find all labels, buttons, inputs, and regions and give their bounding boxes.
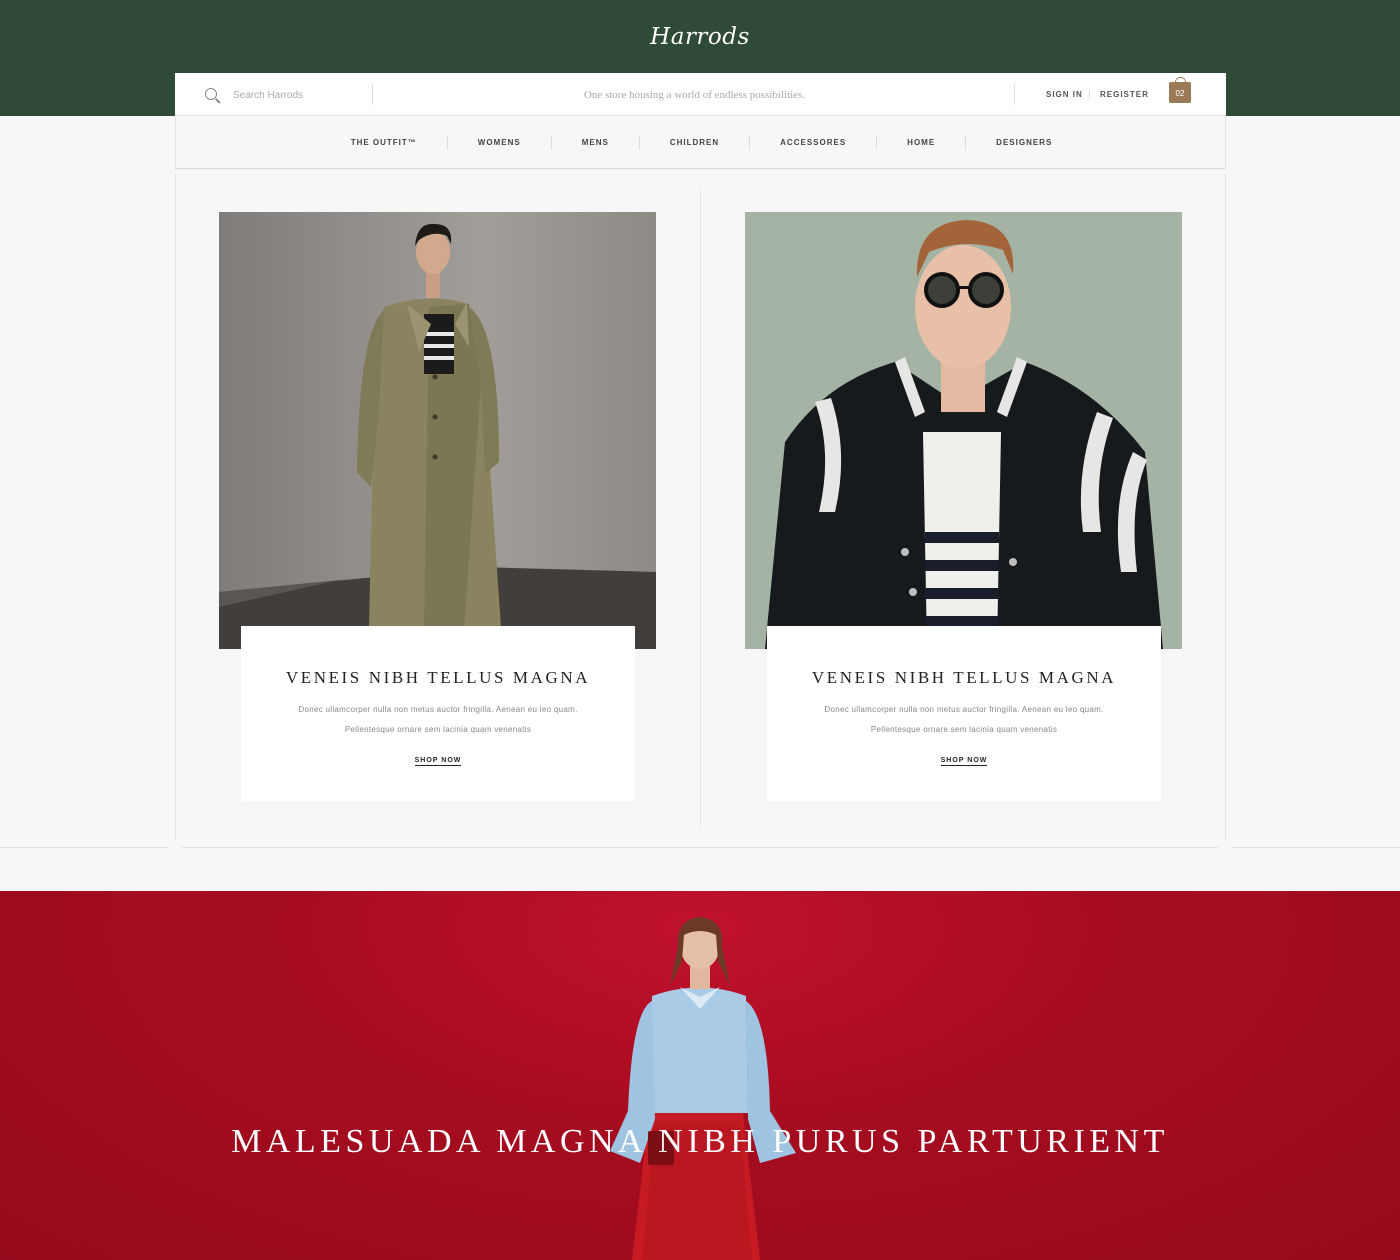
bag-count: 02 [1175, 89, 1185, 98]
nav-item-designers[interactable]: DESIGNERS [966, 136, 1082, 150]
featured-panel: VENEIS NIBH TELLUS MAGNA Donec ullamcorp… [175, 174, 1226, 840]
card-description: Donec ullamcorper nulla non metus auctor… [241, 700, 635, 740]
divider [1014, 84, 1015, 105]
card-desc-line: Pellentesque ornare sem lacinia quam ven… [344, 725, 532, 734]
product-card: VENEIS NIBH TELLUS MAGNA Donec ullamcorp… [241, 626, 635, 801]
card-description: Donec ullamcorper nulla non metus auctor… [767, 700, 1161, 740]
nav-item-children[interactable]: CHILDREN [640, 136, 751, 150]
utility-bar: One store housing a world of endless pos… [175, 73, 1226, 116]
trench-coat-photo[interactable] [219, 212, 656, 649]
shop-now-link[interactable]: SHOP NOW [414, 757, 462, 766]
harrods-logo[interactable]: Harrods [0, 24, 1400, 50]
banner-model-photo [610, 917, 796, 1260]
panel-divider [700, 190, 701, 826]
card-desc-line: Donec ullamcorper nulla non metus auctor… [824, 705, 1104, 714]
nav-item-accessores[interactable]: ACCESSORES [750, 136, 878, 150]
divider [1089, 90, 1090, 99]
sign-in-link[interactable]: SIGN IN [1046, 90, 1083, 99]
card-desc-line: Donec ullamcorper nulla non metus auctor… [298, 705, 578, 714]
divider [0, 847, 168, 848]
nav-item-womens[interactable]: WOMENS [448, 136, 552, 150]
divider [182, 847, 1218, 848]
hero-banner[interactable]: MALESUADA MAGNA NIBH PURUS PARTURIENT [0, 891, 1400, 1260]
shopping-bag-icon[interactable]: 02 [1169, 77, 1191, 103]
product-card: VENEIS NIBH TELLUS MAGNA Donec ullamcorp… [767, 626, 1161, 801]
nav-item-the-outfit[interactable]: THE OUTFIT™ [321, 136, 448, 150]
shop-now-link[interactable]: SHOP NOW [940, 757, 988, 766]
divider [1232, 847, 1400, 848]
main-nav: THE OUTFIT™ WOMENS MENS CHILDREN ACCESSO… [175, 117, 1226, 169]
card-title: VENEIS NIBH TELLUS MAGNA [285, 668, 591, 687]
card-title: VENEIS NIBH TELLUS MAGNA [811, 668, 1117, 687]
varsity-jacket-photo[interactable] [745, 212, 1182, 649]
search-icon[interactable] [205, 88, 217, 100]
banner-title: MALESUADA MAGNA NIBH PURUS PARTURIENT [231, 1123, 1169, 1160]
store-tagline: One store housing a world of endless pos… [583, 89, 806, 101]
nav-item-home[interactable]: HOME [877, 136, 967, 150]
card-desc-line: Pellentesque ornare sem lacinia quam ven… [870, 725, 1058, 734]
nav-item-mens[interactable]: MENS [552, 136, 640, 150]
search-input[interactable] [233, 86, 371, 104]
register-link[interactable]: REGISTER [1100, 90, 1149, 99]
